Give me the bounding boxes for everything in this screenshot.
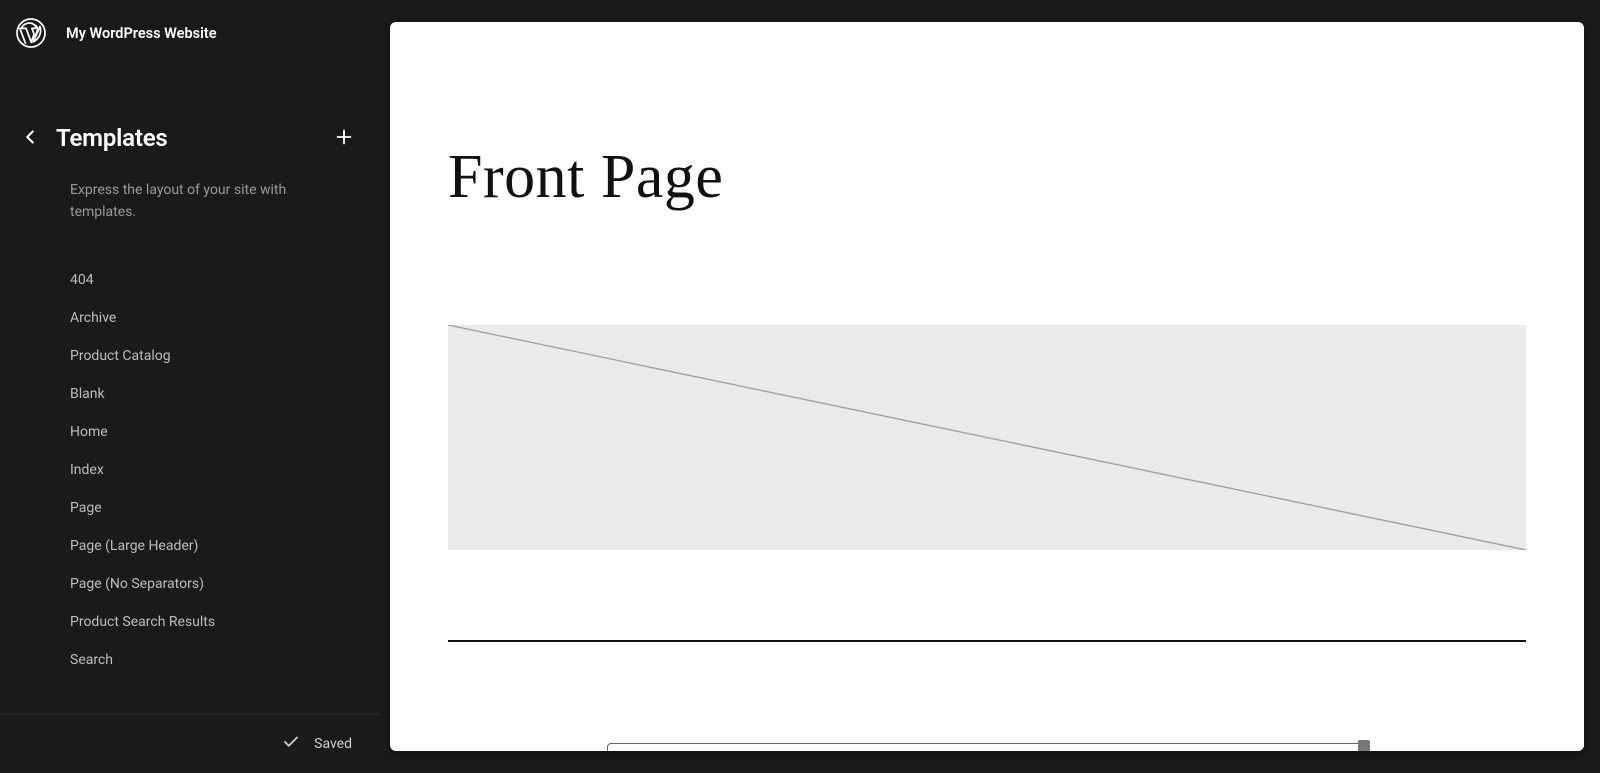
template-item-404[interactable]: 404 bbox=[70, 261, 380, 299]
template-item-page-large-header[interactable]: Page (Large Header) bbox=[70, 527, 380, 565]
status-bar: Saved bbox=[0, 714, 380, 773]
panel-header: Templates bbox=[0, 66, 380, 162]
template-item-index[interactable]: Index bbox=[70, 451, 380, 489]
template-item-product-catalog[interactable]: Product Catalog bbox=[70, 337, 380, 375]
separator-block[interactable] bbox=[448, 640, 1526, 642]
template-item-archive[interactable]: Archive bbox=[70, 299, 380, 337]
template-item-page-no-separators[interactable]: Page (No Separators) bbox=[70, 565, 380, 603]
editor-canvas-wrap: Front Page bbox=[380, 0, 1600, 773]
back-button[interactable] bbox=[14, 122, 46, 154]
template-list: 404 Archive Product Catalog Blank Home I… bbox=[0, 261, 380, 773]
template-item-page[interactable]: Page bbox=[70, 489, 380, 527]
plus-icon bbox=[333, 126, 355, 151]
panel-description: Express the layout of your site with tem… bbox=[0, 162, 380, 251]
site-bar: My WordPress Website bbox=[0, 0, 380, 66]
template-item-search[interactable]: Search bbox=[70, 641, 380, 679]
image-placeholder-block[interactable] bbox=[448, 325, 1526, 550]
chevron-left-icon bbox=[19, 126, 41, 151]
status-text: Saved bbox=[314, 736, 352, 752]
site-name[interactable]: My WordPress Website bbox=[66, 25, 217, 42]
page-title[interactable]: Front Page bbox=[448, 142, 1526, 213]
editor-sidebar: My WordPress Website Templates Express t… bbox=[0, 0, 380, 773]
template-item-home[interactable]: Home bbox=[70, 413, 380, 451]
app-root: My WordPress Website Templates Express t… bbox=[0, 0, 1600, 773]
panel-title: Templates bbox=[56, 124, 318, 152]
template-item-blank[interactable]: Blank bbox=[70, 375, 380, 413]
editor-canvas[interactable]: Front Page bbox=[390, 22, 1584, 751]
add-template-button[interactable] bbox=[328, 122, 360, 154]
check-icon bbox=[282, 733, 300, 755]
wordpress-logo-icon[interactable] bbox=[14, 16, 48, 50]
template-item-product-search-results[interactable]: Product Search Results bbox=[70, 603, 380, 641]
block-anchor-icon bbox=[1358, 740, 1370, 751]
block-inserter-outline[interactable] bbox=[607, 743, 1367, 751]
